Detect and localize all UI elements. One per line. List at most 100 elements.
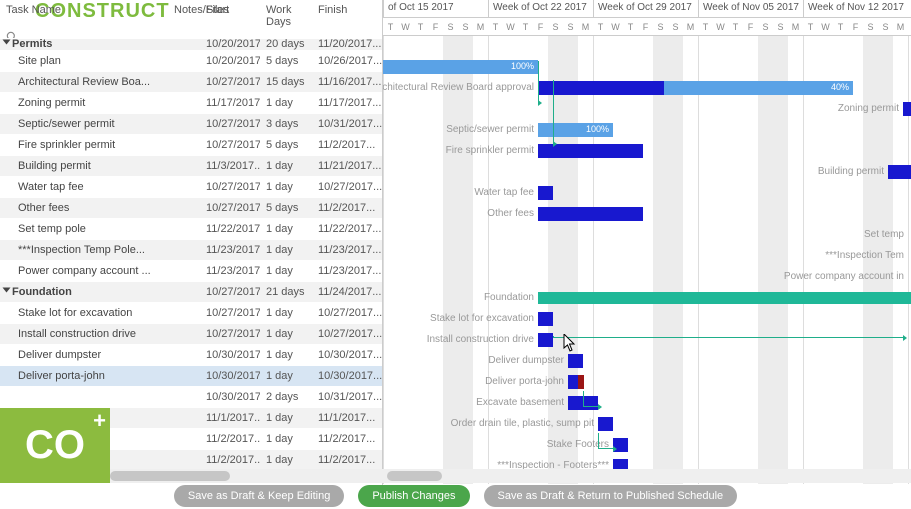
col-notes[interactable]: Notes/Files (168, 0, 200, 38)
cell-task[interactable]: Zoning permit (0, 93, 168, 114)
cell-notes[interactable] (168, 114, 200, 135)
cell-finish[interactable]: 11/22/2017... (312, 219, 382, 240)
cell-task[interactable]: Building permit (0, 156, 168, 177)
table-row[interactable]: ***Inspection Temp Pole...11/23/2017...1… (0, 239, 382, 260)
cell-workdays[interactable]: 3 days (260, 114, 312, 135)
gantt-bar[interactable] (538, 207, 643, 221)
cell-finish[interactable]: 11/2/2017... (312, 450, 382, 471)
cell-task[interactable]: Architectural Review Boa... (0, 72, 168, 93)
cell-finish[interactable]: 11/1/2017... (312, 408, 382, 429)
cell-notes[interactable] (168, 198, 200, 219)
cell-notes[interactable] (168, 135, 200, 156)
cell-workdays[interactable]: 1 day (260, 324, 312, 345)
cell-finish[interactable]: 10/31/2017... (312, 387, 382, 408)
cell-notes[interactable] (168, 303, 200, 324)
gantt-chart[interactable]: ite planArchitectural Review Board appro… (383, 36, 911, 484)
cell-start[interactable]: 11/23/2017... (200, 240, 260, 261)
cell-start[interactable]: 11/2/2017... (200, 429, 260, 450)
table-row[interactable]: Power company account ... 11/23/2017...1 … (0, 260, 382, 281)
cell-notes[interactable] (168, 219, 200, 240)
table-row[interactable]: 10/30/2017...2 days10/31/2017... (0, 386, 382, 407)
cell-finish[interactable]: 10/30/2017... (312, 345, 382, 366)
cell-workdays[interactable]: 1 day (260, 177, 312, 198)
cell-finish[interactable]: 11/21/2017... (312, 156, 382, 177)
cell-finish[interactable]: 11/16/2017... (312, 72, 382, 93)
cell-notes[interactable] (168, 366, 200, 387)
gantt-bar[interactable] (538, 292, 911, 304)
cell-start[interactable]: 10/27/2017... (200, 282, 260, 303)
cell-workdays[interactable]: 1 day (260, 366, 312, 387)
cell-task[interactable]: Other fees (0, 198, 168, 219)
cell-start[interactable]: 10/27/2017... (200, 198, 260, 219)
table-row[interactable]: Fire sprinkler permit10/27/2017...5 days… (0, 134, 382, 155)
cell-task[interactable] (0, 387, 168, 408)
cell-notes[interactable] (168, 282, 200, 303)
table-row[interactable]: Foundation 10/27/2017...21 days11/24/2017… (0, 281, 382, 302)
cell-start[interactable]: 10/27/2017... (200, 72, 260, 93)
cell-task[interactable]: Deliver dumpster (0, 345, 168, 366)
col-task[interactable]: Task Name (0, 0, 168, 38)
table-row[interactable]: Deliver porta-john10/30/2017...1 day10/3… (0, 365, 382, 386)
cell-workdays[interactable]: 21 days (260, 282, 312, 303)
save-draft-keep-button[interactable]: Save as Draft & Keep Editing (174, 485, 344, 507)
cell-workdays[interactable]: 1 day (260, 261, 312, 282)
scrollbar-thumb[interactable] (387, 471, 442, 481)
cell-workdays[interactable]: 15 days (260, 72, 312, 93)
table-row[interactable]: Other fees10/27/2017...5 days11/2/2017..… (0, 197, 382, 218)
cell-task[interactable]: Stake lot for excavation (0, 303, 168, 324)
publish-changes-button[interactable]: Publish Changes (358, 485, 469, 507)
cell-notes[interactable] (168, 387, 200, 408)
gantt-panel[interactable]: of Oct 15 2017Week of Oct 22 2017Week of… (383, 0, 911, 485)
gantt-bar[interactable] (568, 354, 583, 368)
cell-finish[interactable]: 11/2/2017... (312, 198, 382, 219)
cell-finish[interactable]: 10/27/2017... (312, 177, 382, 198)
table-row[interactable]: Install construction drive 10/27/2017...1… (0, 323, 382, 344)
gantt-bar[interactable]: 100% (383, 60, 538, 74)
gantt-bar[interactable]: 100% (538, 123, 613, 137)
table-row[interactable]: Set temp pole11/22/2017...1 day11/22/201… (0, 218, 382, 239)
table-row[interactable]: Stake lot for excavation10/27/2017...1 d… (0, 302, 382, 323)
cell-start[interactable]: 10/30/2017... (200, 387, 260, 408)
cell-finish[interactable]: 10/30/2017... (312, 366, 382, 387)
cell-start[interactable]: 10/27/2017... (200, 324, 260, 345)
table-row[interactable]: Septic/sewer permit10/27/2017...3 days10… (0, 113, 382, 134)
cell-start[interactable]: 10/27/2017... (200, 114, 260, 135)
gantt-bar[interactable] (538, 186, 553, 200)
gantt-scrollbar[interactable] (383, 469, 911, 483)
cell-start[interactable]: 10/27/2017... (200, 303, 260, 324)
col-start[interactable]: Start (200, 0, 260, 38)
cell-task[interactable]: Site plan (0, 51, 168, 72)
cell-start[interactable]: 10/30/2017... (200, 345, 260, 366)
cell-workdays[interactable]: 5 days (260, 135, 312, 156)
cell-notes[interactable] (168, 450, 200, 471)
cell-start[interactable]: 11/2/2017... (200, 450, 260, 471)
cell-finish[interactable]: 11/24/2017... (312, 282, 382, 303)
table-row[interactable]: Permits10/20/2017...20 days11/20/2017... (0, 38, 382, 50)
cell-task[interactable]: Water tap fee (0, 177, 168, 198)
gantt-bar[interactable] (538, 312, 553, 326)
cell-start[interactable]: 11/22/2017... (200, 219, 260, 240)
cell-notes[interactable] (168, 324, 200, 345)
table-row[interactable]: Water tap fee10/27/2017...1 day10/27/201… (0, 176, 382, 197)
cell-finish[interactable]: 11/23/2017... (312, 261, 382, 282)
gantt-bar[interactable] (888, 165, 911, 179)
cell-notes[interactable] (168, 177, 200, 198)
cell-workdays[interactable]: 1 day (260, 429, 312, 450)
cell-workdays[interactable]: 1 day (260, 93, 312, 114)
cell-finish[interactable]: 10/26/2017... (312, 51, 382, 72)
cell-workdays[interactable]: 1 day (260, 450, 312, 471)
cell-start[interactable]: 10/20/2017... (200, 51, 260, 72)
cell-notes[interactable] (168, 51, 200, 72)
cell-start[interactable]: 11/3/2017... (200, 156, 260, 177)
cell-start[interactable]: 11/17/2017... (200, 93, 260, 114)
cell-finish[interactable]: 11/2/2017... (312, 429, 382, 450)
cell-task[interactable]: Power company account ... (0, 261, 168, 282)
cell-task[interactable]: Set temp pole (0, 219, 168, 240)
cell-task[interactable]: Foundation (0, 282, 168, 303)
cell-task[interactable]: Install construction drive (0, 324, 168, 345)
col-workdays[interactable]: Work Days (260, 0, 312, 38)
cell-notes[interactable] (168, 429, 200, 450)
cell-workdays[interactable]: 1 day (260, 240, 312, 261)
cell-notes[interactable] (168, 156, 200, 177)
cell-finish[interactable]: 11/2/2017... (312, 135, 382, 156)
